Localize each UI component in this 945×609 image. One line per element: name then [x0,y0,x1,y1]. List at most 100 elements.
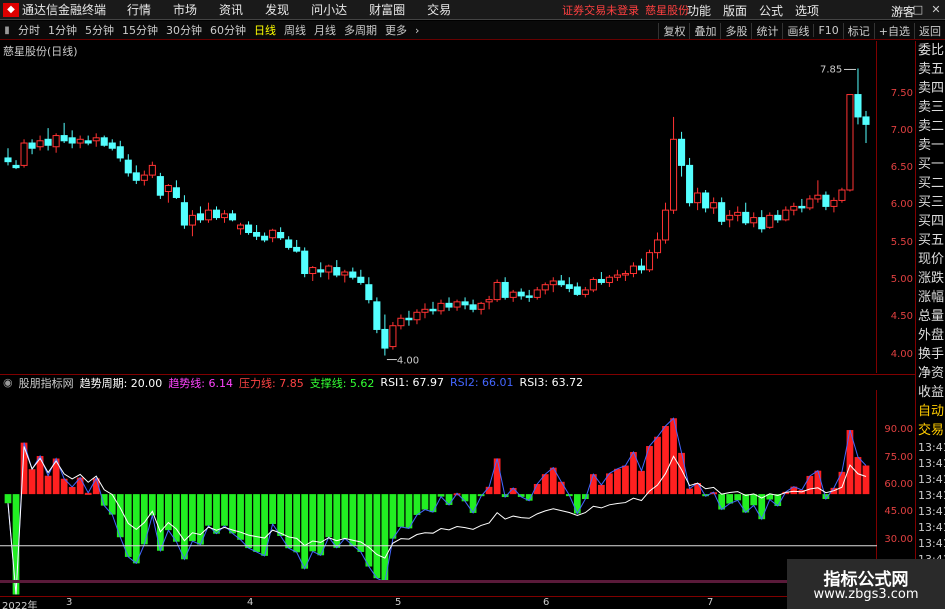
menu-layout[interactable]: 版面 [717,2,753,19]
indicator-bar [197,494,204,545]
menu-trade[interactable]: 交易 [416,1,462,18]
btn-add-watchlist[interactable]: +自选 [873,22,914,39]
candle-body [196,213,205,221]
indicator-bar [285,494,293,549]
price-tick: 7.50 [890,87,913,99]
candle-body [485,299,493,303]
btn-f10[interactable]: F10 [813,24,842,37]
indicator-bar [493,458,501,495]
candle-body [52,135,60,148]
period-minute-time[interactable]: 分时 [14,22,44,38]
candle-body [381,328,389,349]
indicator-bar [4,494,12,504]
btn-draw-line[interactable]: 画线 [782,22,813,39]
menu-news[interactable]: 资讯 [208,1,254,18]
indicator-bar [221,494,228,526]
side-label[interactable]: 换手 [916,345,945,364]
date-tick: 5 [395,597,402,608]
side-label[interactable]: 卖五 [916,60,945,79]
btn-restore-rights[interactable]: 复权 [658,22,689,39]
candle-body [517,291,525,297]
period-multi[interactable]: 多周期 [340,22,381,38]
period-1min[interactable]: 1分钟 [44,22,81,38]
btn-overlay[interactable]: 叠加 [689,22,720,39]
side-label[interactable]: 卖三 [916,98,945,117]
period-daily[interactable]: 日线 [250,22,280,38]
side-label[interactable]: 外盘 [916,326,945,345]
btn-statistics[interactable]: 统计 [751,22,782,39]
side-label[interactable]: 涨跌 [916,269,945,288]
menu-market[interactable]: 市场 [162,1,208,18]
side-label[interactable]: 现价 [916,250,945,269]
candle-body [28,142,36,149]
menu-options[interactable]: 选项 [789,2,825,19]
trade-label[interactable]: 交易 [916,421,945,440]
minimize-icon[interactable]: — [891,0,909,20]
side-label[interactable]: 涨幅 [916,288,945,307]
side-label[interactable]: 买一 [916,155,945,174]
candle-body [373,301,381,330]
indicator-name[interactable]: 股朋指标网 [19,375,80,391]
period-more[interactable]: 更多 [381,22,411,38]
candlestick-panel[interactable]: 慈星股份(日线) 7.85 4.00 [0,41,877,373]
period-weekly[interactable]: 周线 [280,22,310,38]
indicator-bar [341,494,349,539]
date-tick: 4 [247,597,254,608]
maximize-icon[interactable]: □ [909,0,927,20]
candle-body [60,135,68,142]
period-60min[interactable]: 60分钟 [206,22,250,38]
candlestick-chart[interactable]: 7.85 4.00 [0,41,877,373]
indicator-panel[interactable] [0,390,877,595]
quote-side-panel: 委比 卖五 卖四 卖三 卖二 卖一 买一 买二 买三 买四 买五 现价 涨跌 涨幅 总量 外盘 换手 净资 收益 自动… [915,41,945,598]
side-label[interactable]: 卖四 [916,79,945,98]
close-icon[interactable]: ✕ [927,0,945,20]
more-chevron-icon[interactable]: › [411,24,423,37]
side-label[interactable]: 买五 [916,231,945,250]
candle-body [421,308,429,313]
side-label[interactable]: 买四 [916,212,945,231]
period-5min[interactable]: 5分钟 [81,22,118,38]
candle-body [597,278,605,283]
candle-body [180,202,188,226]
watermark-url: www.zbgs3.com [813,587,919,602]
indicator-bar [429,494,437,513]
indicator-bar [68,486,76,495]
menu-discover[interactable]: 发现 [254,1,300,18]
candle-body [309,267,317,275]
indicator-bar [389,494,397,539]
period-monthly[interactable]: 月线 [310,22,340,38]
btn-multi-stock[interactable]: 多股 [720,22,751,39]
toolbar-toggle-icon[interactable]: ▮ [0,25,14,36]
btn-mark[interactable]: 标记 [842,22,874,39]
candle-body [533,289,541,298]
menu-wealth[interactable]: 财富圈 [358,1,416,18]
side-label[interactable]: 收益 [916,383,945,402]
period-toolbar: ▮ 分时 1分钟 5分钟 15分钟 30分钟 60分钟 日线 周线 月线 多周期… [0,21,945,40]
menu-function[interactable]: 功能 [681,2,717,19]
candle-body [12,164,20,169]
btn-back[interactable]: 返回 [914,22,945,39]
indicator-menu-icon[interactable]: ◉ [0,376,19,389]
side-label[interactable]: 总量 [916,307,945,326]
date-tick: 6 [543,597,550,608]
menu-formula[interactable]: 公式 [753,2,789,19]
side-label[interactable]: 净资 [916,364,945,383]
indicator-bar [598,484,605,495]
period-15min[interactable]: 15分钟 [118,22,162,38]
indicator-rsi3: RSI3: 63.72 [519,376,584,389]
side-label[interactable]: 买三 [916,193,945,212]
candle-body [124,159,132,174]
indicator-bar [814,470,822,495]
side-label[interactable]: 委比 [916,41,945,60]
menu-ask[interactable]: 问小达 [300,1,358,18]
period-30min[interactable]: 30分钟 [162,22,206,38]
login-status[interactable]: 证券交易未登录 [562,2,639,18]
candle-body [76,138,84,144]
side-label[interactable]: 卖一 [916,136,945,155]
side-label[interactable]: 买二 [916,174,945,193]
side-label[interactable]: 卖二 [916,117,945,136]
indicator-chart[interactable] [0,390,877,596]
candle-body [405,317,413,321]
menu-quotes[interactable]: 行情 [116,1,162,18]
auto-trade-label[interactable]: 自动 [916,402,945,421]
